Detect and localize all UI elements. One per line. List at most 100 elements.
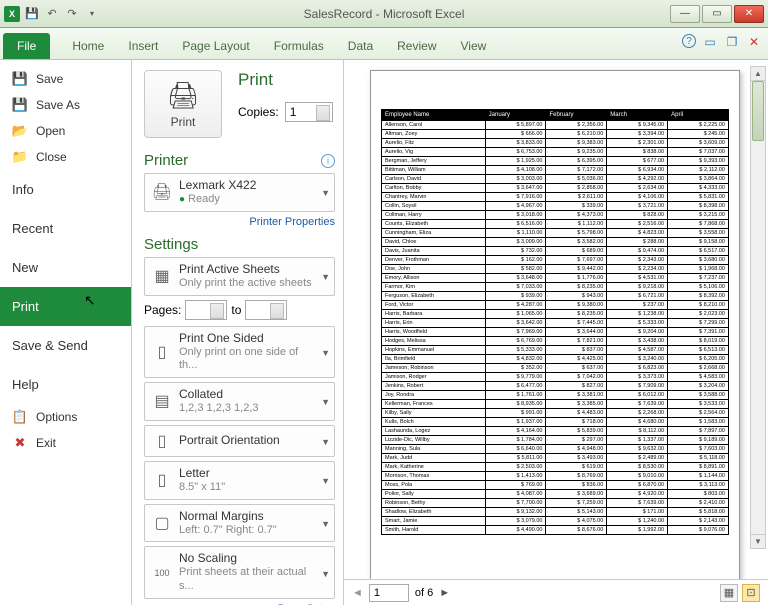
page-icon: ▯: [151, 341, 173, 363]
sheets-icon: ▦: [151, 265, 173, 287]
scaling-dropdown[interactable]: 100 No ScalingPrint sheets at their actu…: [144, 546, 335, 599]
close-button[interactable]: ✕: [734, 5, 764, 23]
tab-review[interactable]: Review: [385, 33, 448, 59]
next-page-button[interactable]: ►: [439, 587, 450, 599]
nav-open[interactable]: 📂 Open: [0, 118, 131, 144]
nav-label: Close: [36, 150, 67, 164]
excel-icon: X: [4, 6, 20, 22]
minimize-button[interactable]: —: [670, 5, 700, 23]
printer-dropdown[interactable]: 🖨 Lexmark X422●Ready ▼: [144, 173, 335, 212]
nav-save-send[interactable]: Save & Send: [0, 326, 131, 365]
tab-file[interactable]: File: [3, 33, 50, 59]
orientation-dropdown[interactable]: ▯ Portrait Orientation ▼: [144, 425, 335, 457]
margins-icon: ▢: [151, 512, 173, 534]
paper-icon: ▯: [151, 469, 173, 491]
printer-device-icon: 🖨: [151, 181, 173, 203]
chevron-down-icon: ▼: [321, 569, 330, 579]
tab-page-layout[interactable]: Page Layout: [170, 33, 261, 59]
nav-label: Save As: [36, 98, 80, 112]
nav-exit[interactable]: ✖ Exit: [0, 430, 131, 456]
chevron-down-icon: ▼: [321, 397, 330, 407]
print-button-label: Print: [171, 115, 196, 129]
zoom-to-page-button[interactable]: ⊡: [742, 584, 760, 602]
ready-check-icon: ●: [179, 194, 185, 207]
dd-sub: 1,2,3 1,2,3 1,2,3: [179, 402, 259, 416]
copies-label: Copies:: [238, 105, 279, 119]
close-workbook-icon[interactable]: ✕: [746, 34, 762, 50]
nav-new[interactable]: New: [0, 248, 131, 287]
maximize-button[interactable]: ▭: [702, 5, 732, 23]
tab-formulas[interactable]: Formulas: [262, 33, 336, 59]
open-icon: 📂: [12, 123, 28, 139]
scroll-thumb[interactable]: [752, 81, 764, 141]
minimize-ribbon-icon[interactable]: ▭: [702, 34, 718, 50]
nav-help[interactable]: Help: [0, 365, 131, 404]
collate-icon: ▤: [151, 390, 173, 412]
preview-canvas: Employee NameJanuaryFebruaryMarchAprilAl…: [344, 60, 768, 579]
tab-data[interactable]: Data: [336, 33, 385, 59]
chevron-down-icon: ▼: [321, 188, 330, 198]
dd-title: No Scaling: [179, 551, 316, 566]
restore-window-icon[interactable]: ❐: [724, 34, 740, 50]
chevron-down-icon: ▼: [321, 348, 330, 358]
scroll-down-icon[interactable]: ▼: [751, 534, 765, 548]
printer-heading-label: Printer: [144, 152, 188, 169]
nav-close[interactable]: 📁Close: [0, 144, 131, 170]
redo-icon[interactable]: ↷: [64, 6, 80, 22]
nav-print[interactable]: Print: [0, 287, 131, 326]
copies-spinner[interactable]: 1: [285, 102, 333, 122]
save-icon[interactable]: 💾: [24, 6, 40, 22]
preview-footer: ◄ 1 of 6 ► ▦ ⊡: [344, 579, 768, 605]
print-settings-panel: 🖨 Print Print Copies: 1 Printer i 🖨 Lexm…: [132, 60, 344, 605]
print-button[interactable]: 🖨 Print: [144, 70, 222, 138]
collate-dropdown[interactable]: ▤ Collated1,2,3 1,2,3 1,2,3 ▼: [144, 382, 335, 421]
pages-from-spinner[interactable]: [185, 300, 227, 320]
nav-save-as[interactable]: 💾Save As: [0, 92, 131, 118]
sides-dropdown[interactable]: ▯ Print One SidedOnly print on one side …: [144, 326, 335, 379]
chevron-down-icon: ▼: [321, 437, 330, 447]
nav-info[interactable]: Info: [0, 170, 131, 209]
backstage-view: 💾Save 💾Save As 📂Open 📁Close Info Recent …: [0, 60, 768, 605]
info-icon[interactable]: i: [321, 154, 335, 168]
print-what-dropdown[interactable]: ▦ Print Active SheetsOnly print the acti…: [144, 257, 335, 296]
dd-title: Portrait Orientation: [179, 433, 280, 448]
tab-view[interactable]: View: [449, 33, 499, 59]
dd-title: Letter: [179, 466, 225, 481]
printer-icon: 🖨: [166, 80, 199, 111]
nav-label: Options: [36, 410, 77, 424]
page-number-input[interactable]: 1: [369, 584, 409, 602]
undo-icon[interactable]: ↶: [44, 6, 60, 22]
save-icon: 💾: [12, 71, 28, 87]
preview-scrollbar[interactable]: ▲ ▼: [750, 66, 766, 549]
tab-home[interactable]: Home: [60, 33, 116, 59]
copies-value: 1: [290, 105, 297, 119]
pages-to-spinner[interactable]: [245, 300, 287, 320]
tab-insert[interactable]: Insert: [116, 33, 170, 59]
paper-dropdown[interactable]: ▯ Letter8.5" x 11" ▼: [144, 461, 335, 500]
prev-page-button[interactable]: ◄: [352, 587, 363, 599]
scroll-up-icon[interactable]: ▲: [751, 67, 765, 81]
nav-options[interactable]: 📋 Options: [0, 404, 131, 430]
printer-name: Lexmark X422: [179, 178, 256, 193]
show-margins-button[interactable]: ▦: [720, 584, 738, 602]
preview-page: Employee NameJanuaryFebruaryMarchAprilAl…: [370, 70, 740, 579]
margins-dropdown[interactable]: ▢ Normal MarginsLeft: 0.7" Right: 0.7" ▼: [144, 504, 335, 543]
nav-label: Exit: [36, 436, 56, 450]
dd-title: Normal Margins: [179, 509, 277, 524]
pages-label: Pages:: [144, 303, 181, 317]
title-bar: X 💾 ↶ ↷ ▾ SalesRecord - Microsoft Excel …: [0, 0, 768, 28]
chevron-down-icon: ▼: [321, 519, 330, 529]
page-of-label: of 6: [415, 587, 433, 599]
nav-label: Open: [36, 124, 65, 138]
nav-recent[interactable]: Recent: [0, 209, 131, 248]
orientation-icon: ▯: [151, 430, 173, 452]
nav-save[interactable]: 💾 Save: [0, 66, 131, 92]
nav-label: Save: [36, 72, 63, 86]
printer-properties-link[interactable]: Printer Properties: [144, 216, 335, 228]
qat-dropdown-icon[interactable]: ▾: [84, 6, 100, 22]
help-icon[interactable]: ?: [682, 34, 696, 48]
exit-icon: ✖: [12, 435, 28, 451]
dd-sub: Only print the active sheets: [179, 277, 312, 291]
options-icon: 📋: [12, 409, 28, 425]
dd-sub: 8.5" x 11": [179, 481, 225, 495]
